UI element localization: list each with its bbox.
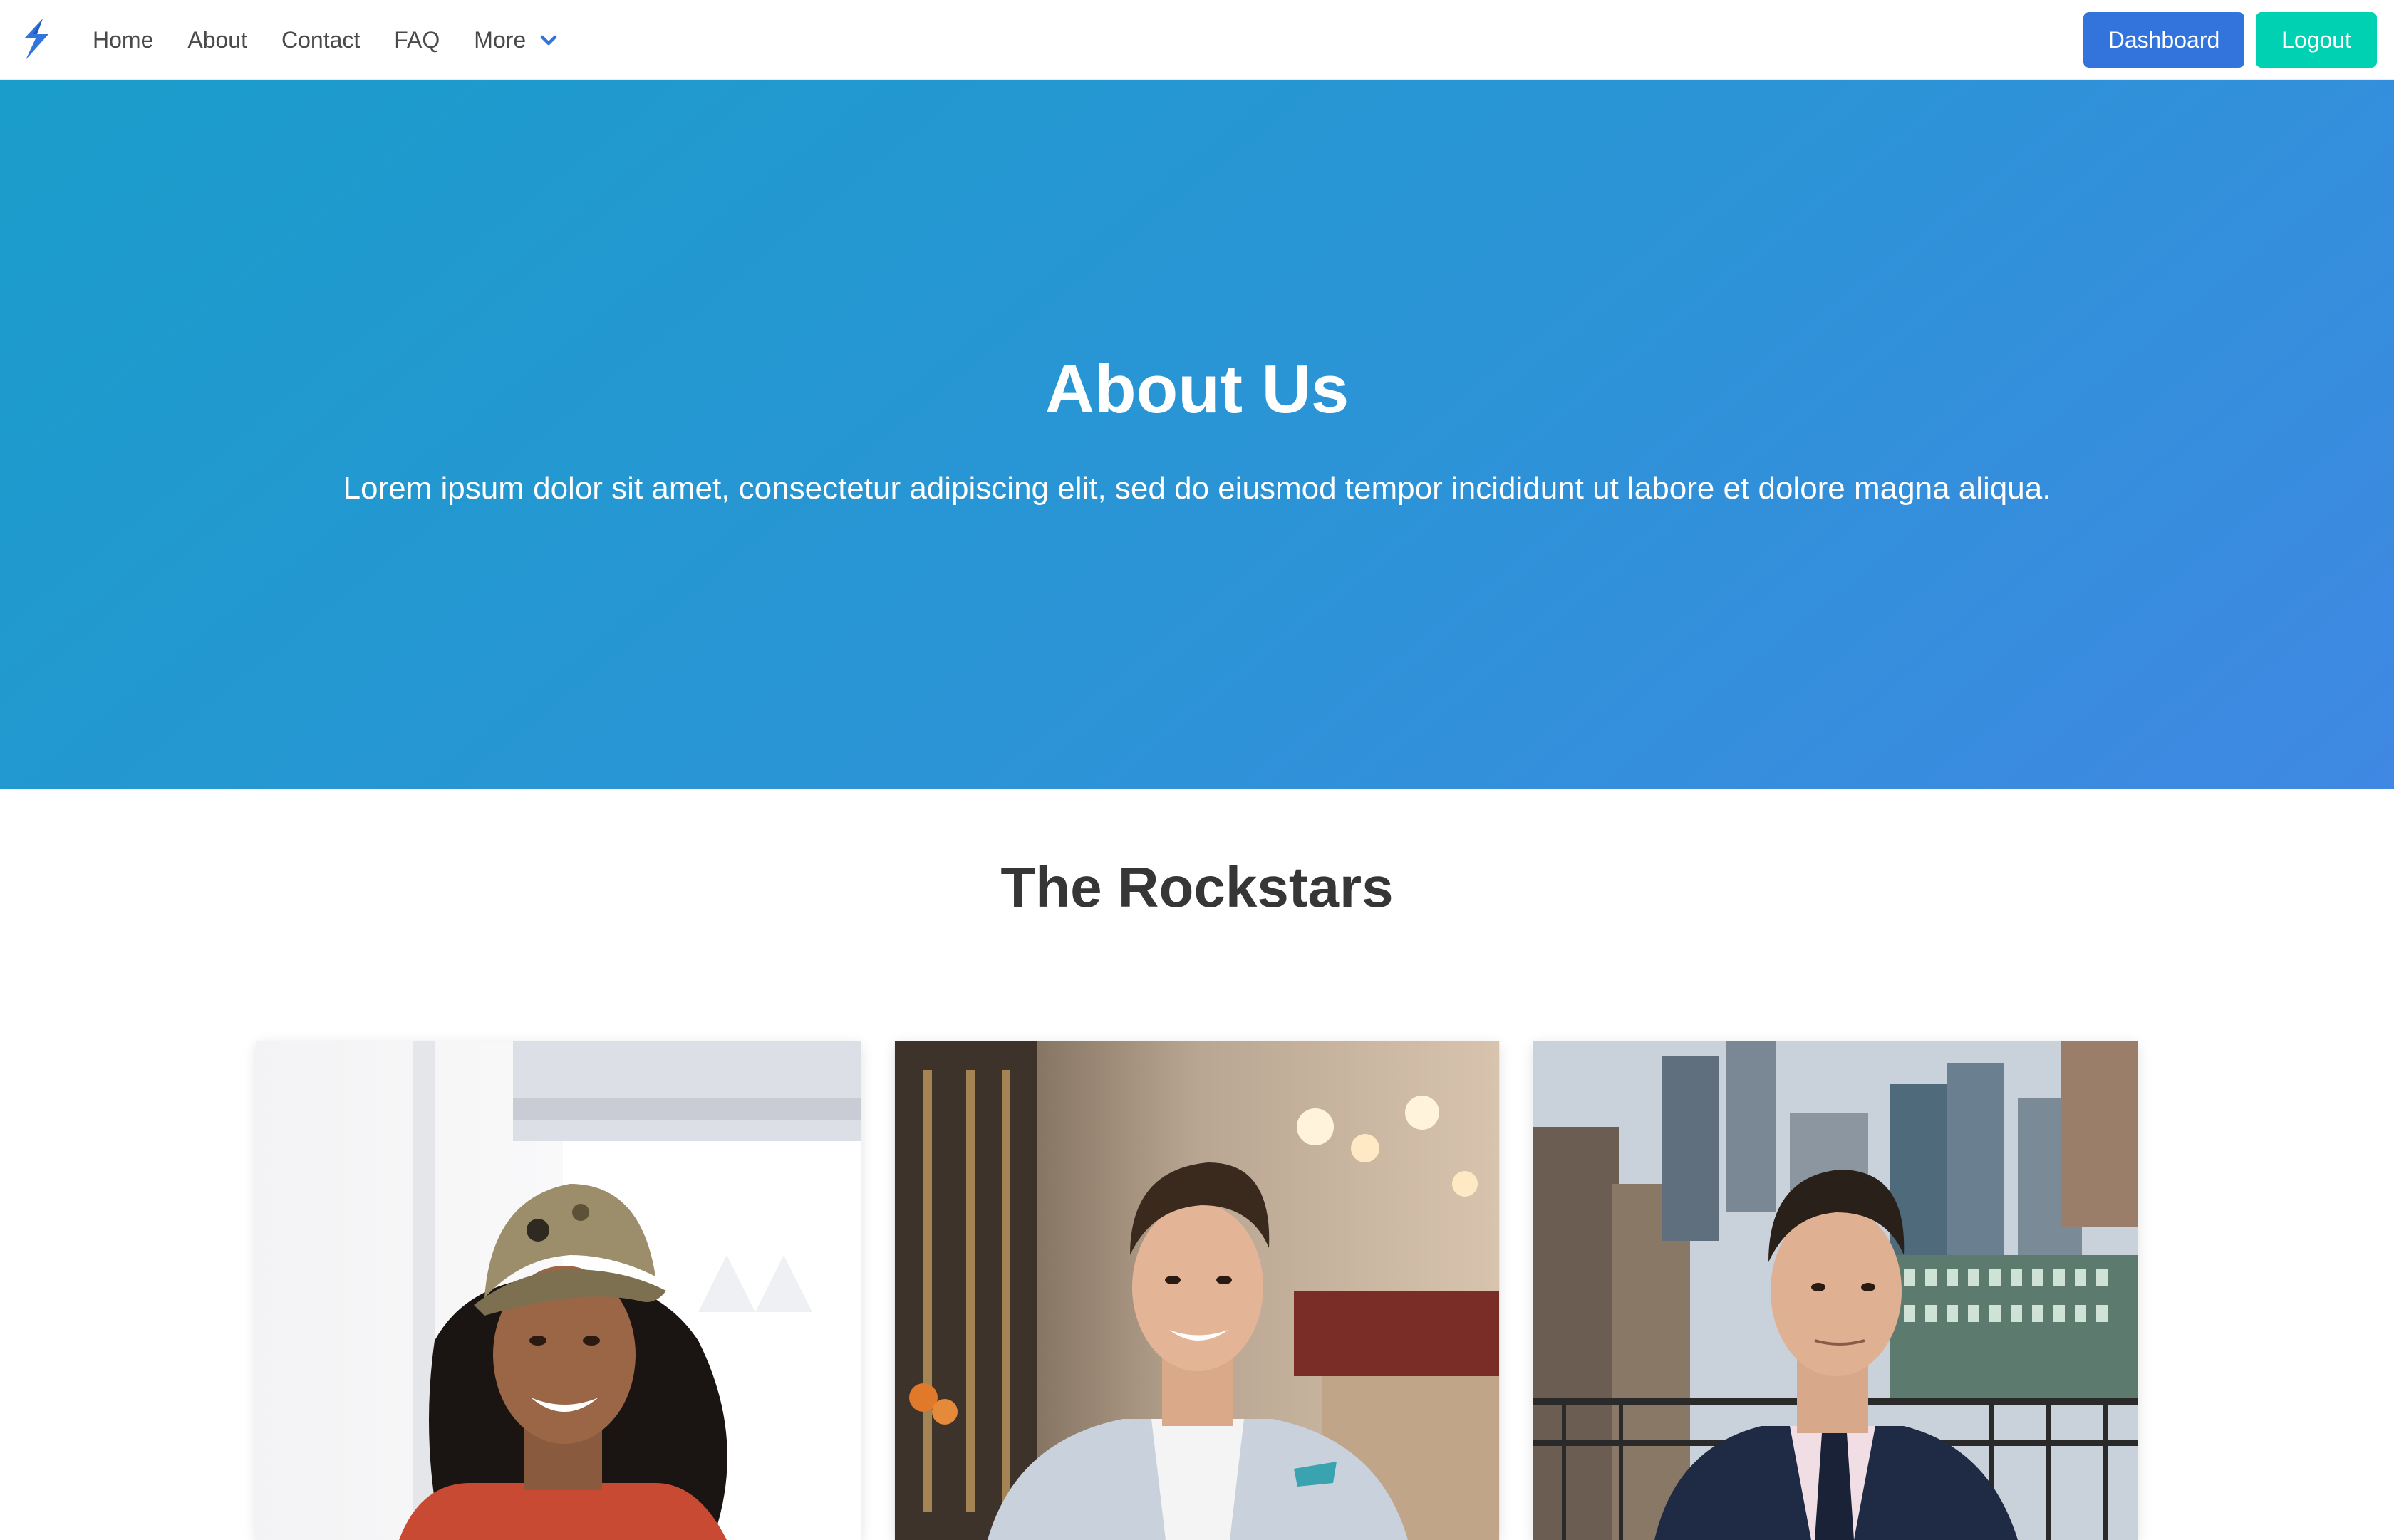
man-in-restaurant-photo [895, 1041, 1499, 1540]
nav-link-faq[interactable]: FAQ [377, 0, 457, 80]
logout-button-label: Logout [2281, 26, 2351, 53]
nav-link-label: More [474, 26, 527, 53]
nav-link-label: Home [93, 26, 154, 53]
hero-title: About Us [1045, 351, 1349, 427]
nav-link-label: Contact [281, 26, 361, 53]
hero-subtitle: Lorem ipsum dolor sit amet, consectetur … [343, 471, 2051, 506]
team-member-card[interactable] [895, 1041, 1499, 1540]
lightning-bolt-icon[interactable] [19, 17, 54, 61]
team-cards [256, 1041, 2138, 1540]
nav-dropdown-more[interactable]: More [457, 0, 564, 80]
hero-banner: About Us Lorem ipsum dolor sit amet, con… [0, 80, 2394, 789]
dashboard-button[interactable]: Dashboard [2083, 12, 2244, 68]
dashboard-button-label: Dashboard [2108, 26, 2220, 53]
nav-buttons: Dashboard Logout [2083, 12, 2377, 68]
nav-link-label: FAQ [394, 26, 440, 53]
nav-link-label: About [187, 26, 247, 53]
team-member-card[interactable] [1533, 1041, 2138, 1540]
man-in-suit-city-photo [1533, 1041, 2138, 1540]
navbar: Home About Contact FAQ More Dashboard Lo… [0, 0, 2394, 80]
nav-link-contact[interactable]: Contact [264, 0, 377, 80]
nav-link-about[interactable]: About [170, 0, 264, 80]
chevron-down-icon [539, 30, 559, 50]
nav-links: Home About Contact FAQ More [76, 0, 564, 80]
logout-button[interactable]: Logout [2256, 12, 2377, 68]
team-member-card[interactable] [256, 1041, 861, 1540]
team-section-title: The Rockstars [1000, 855, 1394, 919]
nav-link-home[interactable]: Home [76, 0, 170, 80]
woman-in-cap-photo [256, 1041, 861, 1540]
